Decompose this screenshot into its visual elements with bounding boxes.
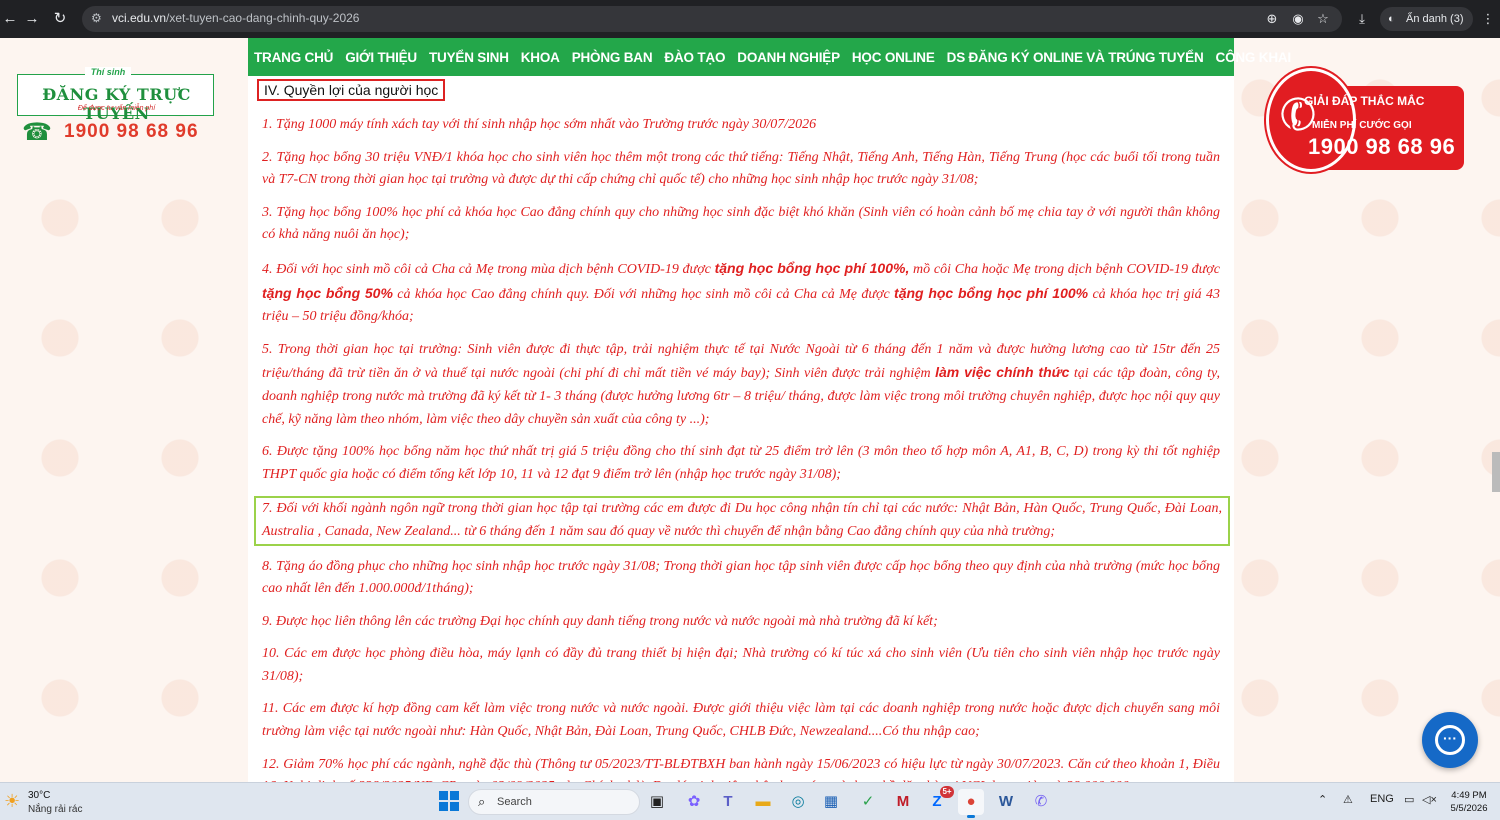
- nav-khoa[interactable]: KHOA: [521, 50, 560, 65]
- display-icon[interactable]: ▭: [1404, 793, 1414, 806]
- benefit-item-11: 11. Các em được kí hợp đồng cam kết làm …: [262, 701, 1220, 740]
- nav-hoc-online[interactable]: HỌC ONLINE: [852, 50, 935, 65]
- incognito-indicator[interactable]: ◐ Ẩn danh (3): [1380, 7, 1474, 31]
- edge-icon[interactable]: ◎: [785, 789, 811, 815]
- language-indicator[interactable]: ENG: [1370, 793, 1394, 805]
- zoom-icon[interactable]: ⊕: [1262, 9, 1282, 29]
- benefit-item-5: 5. Trong thời gian học tại trường: Sinh …: [262, 341, 1220, 427]
- registration-subtitle: Để được tư vấn miễn phí: [77, 105, 156, 112]
- incognito-label: Ẩn danh (3): [1406, 13, 1464, 25]
- nav-tuyen-sinh[interactable]: TUYỂN SINH: [429, 50, 509, 65]
- weather-description: Nắng rải rác: [28, 804, 83, 815]
- zalo-badge: 5+: [940, 786, 954, 798]
- registration-title: ĐĂNG KÝ TRỰC TUYẾN: [42, 85, 191, 123]
- benefit-item-3: 3. Tặng học bổng 100% học phí cả khóa họ…: [262, 204, 1220, 243]
- mcafee-icon[interactable]: M: [890, 789, 916, 815]
- nav-phong-ban[interactable]: PHÒNG BAN: [572, 50, 653, 65]
- system-clock[interactable]: 4:49 PM 5/5/2026: [1442, 789, 1496, 815]
- benefit-item-4: 4. Đối với học sinh mồ côi cả Cha cả Mẹ …: [262, 259, 1221, 325]
- browser-toolbar: ← → ↻ ⚙ vci.edu.vn/xet-tuyen-cao-dang-ch…: [0, 0, 1500, 38]
- section-title: IV. Quyền lợi của người học: [257, 79, 446, 101]
- benefit-item-1: 1. Tặng 1000 máy tính xách tay với thí s…: [262, 117, 817, 132]
- telephone-icon: ☎: [22, 119, 52, 146]
- network-icon[interactable]: ⚠: [1343, 793, 1353, 806]
- left-hotline-number[interactable]: 1900 98 68 96: [64, 121, 199, 143]
- benefit-item-10: 10. Các em được học phòng điều hòa, máy …: [262, 646, 1220, 684]
- benefit-item-8: 8. Tặng áo đồng phục cho những học sinh …: [262, 558, 1220, 597]
- viber-icon[interactable]: ✆: [1028, 789, 1054, 815]
- weather-temperature: 30°C: [28, 790, 51, 801]
- taskbar-search[interactable]: ⌕ Search: [468, 789, 640, 815]
- nav-gioi-thieu[interactable]: GIỚI THIỆU: [345, 50, 417, 65]
- word-icon[interactable]: W: [993, 789, 1019, 815]
- nav-ds-dang-ky[interactable]: DS ĐĂNG KÝ ONLINE VÀ TRÚNG TUYỂN: [947, 50, 1204, 65]
- chrome-icon[interactable]: ●: [958, 789, 984, 818]
- benefits-list: 1. Tặng 1000 máy tính xách tay với thí s…: [254, 114, 1230, 809]
- nav-dao-tao[interactable]: ĐÀO TẠO: [664, 50, 725, 65]
- main-navigation: TRANG CHỦ GIỚI THIỆU TUYỂN SINH KHOA PHÒ…: [248, 38, 1291, 76]
- address-bar[interactable]: ⚙ vci.edu.vn/xet-tuyen-cao-dang-chinh-qu…: [82, 6, 1342, 32]
- clock-date: 5/5/2026: [1450, 803, 1488, 814]
- chat-bubble-icon: ···: [1435, 725, 1465, 755]
- tracking-protection-icon[interactable]: ◉: [1288, 9, 1308, 29]
- microsoft-store-icon[interactable]: ▦: [818, 789, 844, 815]
- tray-chevron-icon[interactable]: ⌃: [1318, 793, 1327, 806]
- url-text[interactable]: vci.edu.vn/xet-tuyen-cao-dang-chinh-quy-…: [112, 11, 359, 25]
- hotline-number: 1900 98 68 96: [1308, 134, 1456, 159]
- hotline-badge[interactable]: ✆ GIẢI ĐÁP THẮC MẮC MIỄN PHÍ CƯỚC GỌI 19…: [1266, 68, 1466, 172]
- reload-icon[interactable]: ↻: [50, 9, 70, 29]
- forward-icon[interactable]: →: [22, 9, 42, 29]
- benefit-item-9: 9. Được học liên thông lên các trường Đạ…: [262, 613, 938, 629]
- zalo-icon[interactable]: Z 5+: [924, 786, 954, 815]
- nav-trang-chu[interactable]: TRANG CHỦ: [254, 50, 333, 65]
- weather-widget[interactable]: ☀ 30°C Nắng rải rác: [4, 787, 124, 817]
- weather-sun-icon: ☀: [4, 791, 21, 811]
- clock-time: 4:49 PM: [1451, 790, 1487, 801]
- online-registration-banner[interactable]: ĐĂNG KÝ TRỰC TUYẾN Để được tư vấn miễn p…: [17, 74, 214, 123]
- download-icon[interactable]: ⤓: [1352, 9, 1372, 29]
- benefit-item-7: 7. Đối với khối ngành ngôn ngữ trong thờ…: [254, 496, 1230, 546]
- search-placeholder: Search: [497, 796, 532, 808]
- nav-cong-khai[interactable]: CÔNG KHAI: [1216, 50, 1292, 65]
- main-content: TRANG CHỦ GIỚI THIỆU TUYỂN SINH KHOA PHÒ…: [248, 38, 1291, 794]
- copilot-icon[interactable]: ✿: [681, 789, 707, 815]
- teams-icon[interactable]: T: [715, 789, 741, 815]
- task-view-icon[interactable]: ▣: [644, 789, 670, 815]
- bookmark-star-icon[interactable]: ☆: [1313, 9, 1333, 29]
- windows-start-icon[interactable]: [439, 791, 459, 811]
- hotline-line2: MIỄN PHÍ CƯỚC GỌI: [1312, 120, 1412, 131]
- page-scrollbar[interactable]: [1492, 452, 1500, 492]
- registration-tag: Thí sinh: [85, 67, 131, 80]
- benefit-item-6: 6. Được tặng 100% học bổng năm học thứ n…: [262, 444, 1220, 482]
- chat-button[interactable]: ···: [1422, 712, 1478, 768]
- site-info-icon[interactable]: ⚙: [91, 11, 102, 25]
- app-green-icon[interactable]: ✓: [855, 789, 881, 815]
- search-icon: ⌕: [478, 794, 486, 809]
- file-explorer-icon[interactable]: ▬: [750, 789, 776, 815]
- hotline-line1: GIẢI ĐÁP THẮC MẮC: [1304, 94, 1425, 108]
- menu-icon[interactable]: ⋮: [1478, 9, 1498, 29]
- incognito-icon: ◐: [1388, 13, 1395, 25]
- benefit-item-2: 2. Tặng học bổng 30 triệu VNĐ/1 khóa học…: [262, 149, 1220, 188]
- volume-icon[interactable]: ◁×: [1422, 793, 1437, 806]
- nav-doanh-nghiep[interactable]: DOANH NGHIỆP: [737, 50, 840, 65]
- back-icon[interactable]: ←: [0, 9, 20, 29]
- windows-taskbar: ☀ 30°C Nắng rải rác ⌕ Search ▣ ✿ T ▬ ◎ ▦…: [0, 782, 1500, 820]
